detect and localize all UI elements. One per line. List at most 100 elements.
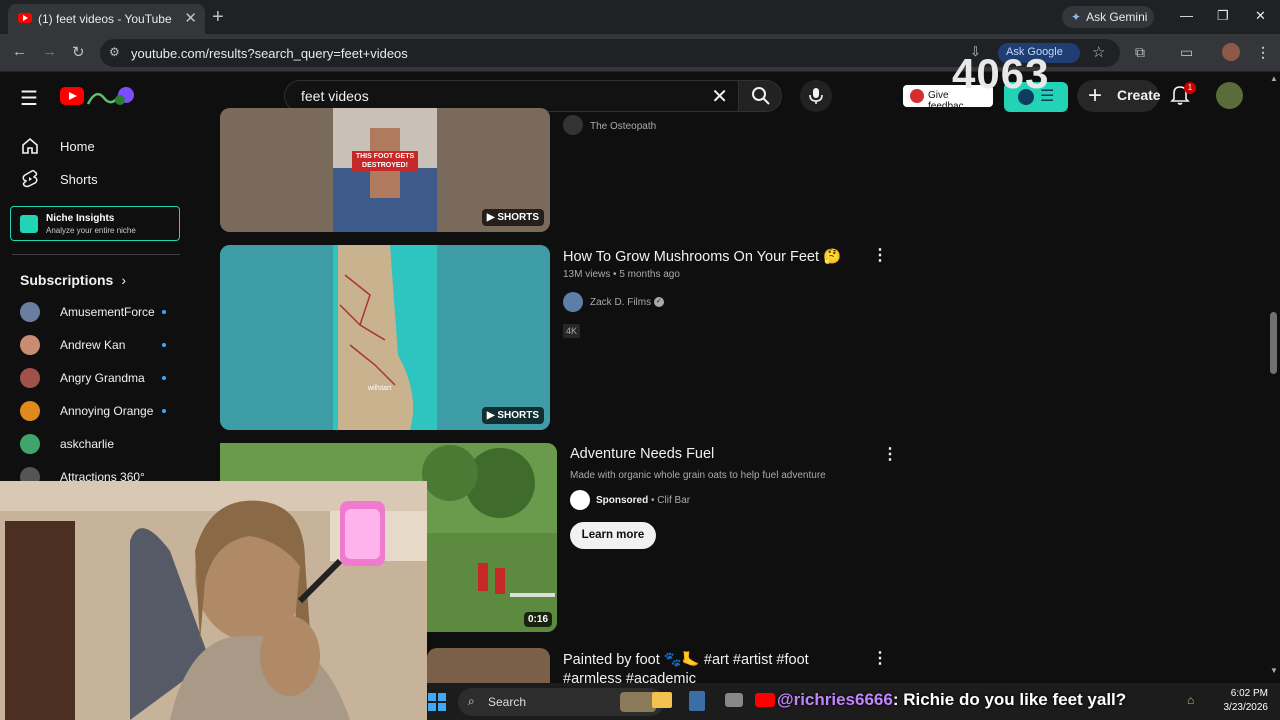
video-thumbnail[interactable]: THIS FOOT GETS DESTROYED! ▶ SHORTS: [220, 108, 550, 232]
bookmark-star-icon[interactable]: ☆: [1092, 43, 1105, 61]
calculator-icon[interactable]: [689, 691, 705, 711]
learn-more-button[interactable]: Learn more: [570, 522, 656, 549]
scroll-up-icon[interactable]: ▲: [1270, 74, 1278, 83]
window-close-icon[interactable]: ✕: [1255, 8, 1266, 24]
channel-name[interactable]: Zack D. Films ✓: [590, 297, 664, 308]
niche-insights-subtitle: Analyze your entire niche: [46, 226, 136, 235]
search-input[interactable]: feet videos: [301, 88, 369, 104]
scroll-down-icon[interactable]: ▼: [1270, 666, 1278, 675]
windows-start-icon[interactable]: [427, 692, 447, 712]
youtube-favicon-icon: [18, 13, 32, 23]
video-thumbnail[interactable]: willstart ▶ SHORTS: [220, 245, 550, 430]
shorts-icon: ▶: [486, 410, 498, 421]
plus-icon: +: [1088, 82, 1103, 109]
sidebar-subscription[interactable]: Annoying Orange: [0, 395, 192, 428]
home-icon: [22, 137, 38, 154]
verified-check-icon: ✓: [653, 297, 664, 308]
back-icon[interactable]: ←: [12, 43, 27, 60]
advertiser-name: Clif Bar: [657, 495, 691, 506]
file-explorer-icon[interactable]: [652, 692, 672, 708]
camera-icon[interactable]: [725, 693, 743, 707]
channel-avatar[interactable]: [563, 292, 583, 312]
system-clock[interactable]: 6:02 PM 3/23/2026: [1224, 687, 1269, 715]
subscription-name: Angry Grandma: [60, 371, 145, 385]
subscriptions-heading[interactable]: Subscriptions ›: [20, 272, 126, 288]
subscriptions-label: Subscriptions: [20, 272, 114, 288]
shorts-badge-label: SHORTS: [497, 212, 539, 223]
video-thumbnail[interactable]: [427, 648, 550, 688]
browser-tab[interactable]: (1) feet videos - YouTube ✕: [8, 4, 205, 34]
youtube-app-icon[interactable]: [755, 693, 775, 707]
sidebar-item-label: Home: [60, 139, 95, 154]
restore-icon[interactable]: ❐: [1217, 8, 1229, 24]
channel-avatar: [20, 335, 40, 355]
extensions-icon[interactable]: ⧉: [1135, 44, 1145, 61]
sidebar-item-home[interactable]: Home: [0, 130, 192, 163]
taskbar-search[interactable]: ⌕ Search: [458, 688, 664, 716]
ask-gemini-label: Ask Gemini: [1086, 10, 1148, 24]
doodle-logo-icon: [86, 87, 134, 105]
thumbnail-image: [220, 245, 550, 430]
hamburger-menu-icon[interactable]: ☰: [20, 86, 38, 111]
sidebar-subscription[interactable]: Andrew Kan: [0, 329, 192, 362]
account-avatar[interactable]: [1216, 82, 1243, 109]
new-content-dot: [162, 376, 166, 380]
browser-profile-avatar[interactable]: [1222, 43, 1240, 61]
clear-search-icon[interactable]: ✕: [711, 84, 728, 109]
notifications-button[interactable]: 1: [1170, 82, 1196, 106]
niche-insights-button[interactable]: Niche Insights Analyze your entire niche: [10, 206, 180, 241]
youtube-play-icon: [60, 87, 84, 105]
browser-tab-bar: (1) feet videos - YouTube ✕ + ✦ Ask Gemin…: [0, 0, 1280, 34]
chat-text: : Richie do you like feet yall?: [892, 690, 1127, 709]
subscription-name: askcharlie: [60, 437, 115, 451]
new-content-dot: [162, 343, 166, 347]
channel-avatar[interactable]: [563, 115, 583, 135]
side-panel-icon[interactable]: ▭: [1180, 44, 1193, 61]
channel-name[interactable]: The Osteopath: [590, 121, 656, 132]
view-count: 13M views: [563, 269, 611, 280]
voice-search-button[interactable]: [800, 80, 832, 112]
tray-icon[interactable]: ⌂: [1187, 693, 1194, 707]
view-counter-overlay: 4063: [952, 50, 1050, 97]
shorts-badge: ▶ SHORTS: [481, 209, 544, 226]
gemini-icon: ✦: [1071, 10, 1082, 24]
more-actions-icon[interactable]: ⋮: [872, 245, 888, 265]
sidebar-subscription[interactable]: Angry Grandma: [0, 362, 192, 395]
more-menu-icon[interactable]: ⋮: [1256, 44, 1270, 61]
subscription-name: Annoying Orange: [60, 404, 154, 418]
more-actions-icon[interactable]: ⋮: [882, 444, 898, 464]
niche-insights-icon: [20, 215, 38, 233]
notification-badge: 1: [1184, 82, 1196, 94]
sidebar-divider: [12, 254, 180, 255]
subscription-name: AmusementForce: [60, 305, 155, 319]
scrollbar-thumb[interactable]: [1270, 312, 1277, 374]
youtube-logo[interactable]: [60, 84, 136, 110]
new-tab-icon[interactable]: +: [212, 6, 224, 29]
search-icon: [752, 87, 770, 105]
browser-toolbar: ← → ↻ ⚙ youtube.com/results?search_query…: [0, 34, 1280, 72]
video-title[interactable]: Painted by foot 🐾🦶 #art #artist #foot: [563, 651, 809, 668]
upload-age: 5 months ago: [619, 269, 680, 280]
subscription-name: Andrew Kan: [60, 338, 126, 352]
site-info-icon[interactable]: ⚙: [109, 45, 120, 59]
sidebar-subscription[interactable]: askcharlie: [0, 428, 192, 461]
reload-icon[interactable]: ↻: [72, 43, 85, 61]
video-meta: 13M views • 5 months ago: [563, 269, 680, 280]
video-title[interactable]: How To Grow Mushrooms On Your Feet 🤔: [563, 248, 841, 265]
close-tab-icon[interactable]: ✕: [184, 9, 197, 27]
create-label: Create: [1117, 87, 1161, 103]
minimize-icon[interactable]: —: [1180, 8, 1193, 23]
create-button[interactable]: + Create: [1077, 80, 1161, 112]
microphone-icon: [809, 88, 823, 104]
page-scrollbar[interactable]: ▲ ▼: [1268, 74, 1280, 680]
channel-name-text: Zack D. Films: [590, 297, 652, 308]
sidebar-item-shorts[interactable]: Shorts: [0, 163, 192, 196]
new-content-dot: [162, 310, 166, 314]
ad-title[interactable]: Adventure Needs Fuel: [570, 446, 714, 462]
search-highlight-icon: [620, 692, 656, 712]
ask-gemini-button[interactable]: ✦ Ask Gemini: [1062, 6, 1154, 28]
search-button[interactable]: [738, 80, 782, 112]
more-actions-icon[interactable]: ⋮: [872, 648, 888, 668]
sidebar-subscription[interactable]: AmusementForce: [0, 296, 192, 329]
forward-icon[interactable]: →: [42, 43, 57, 60]
